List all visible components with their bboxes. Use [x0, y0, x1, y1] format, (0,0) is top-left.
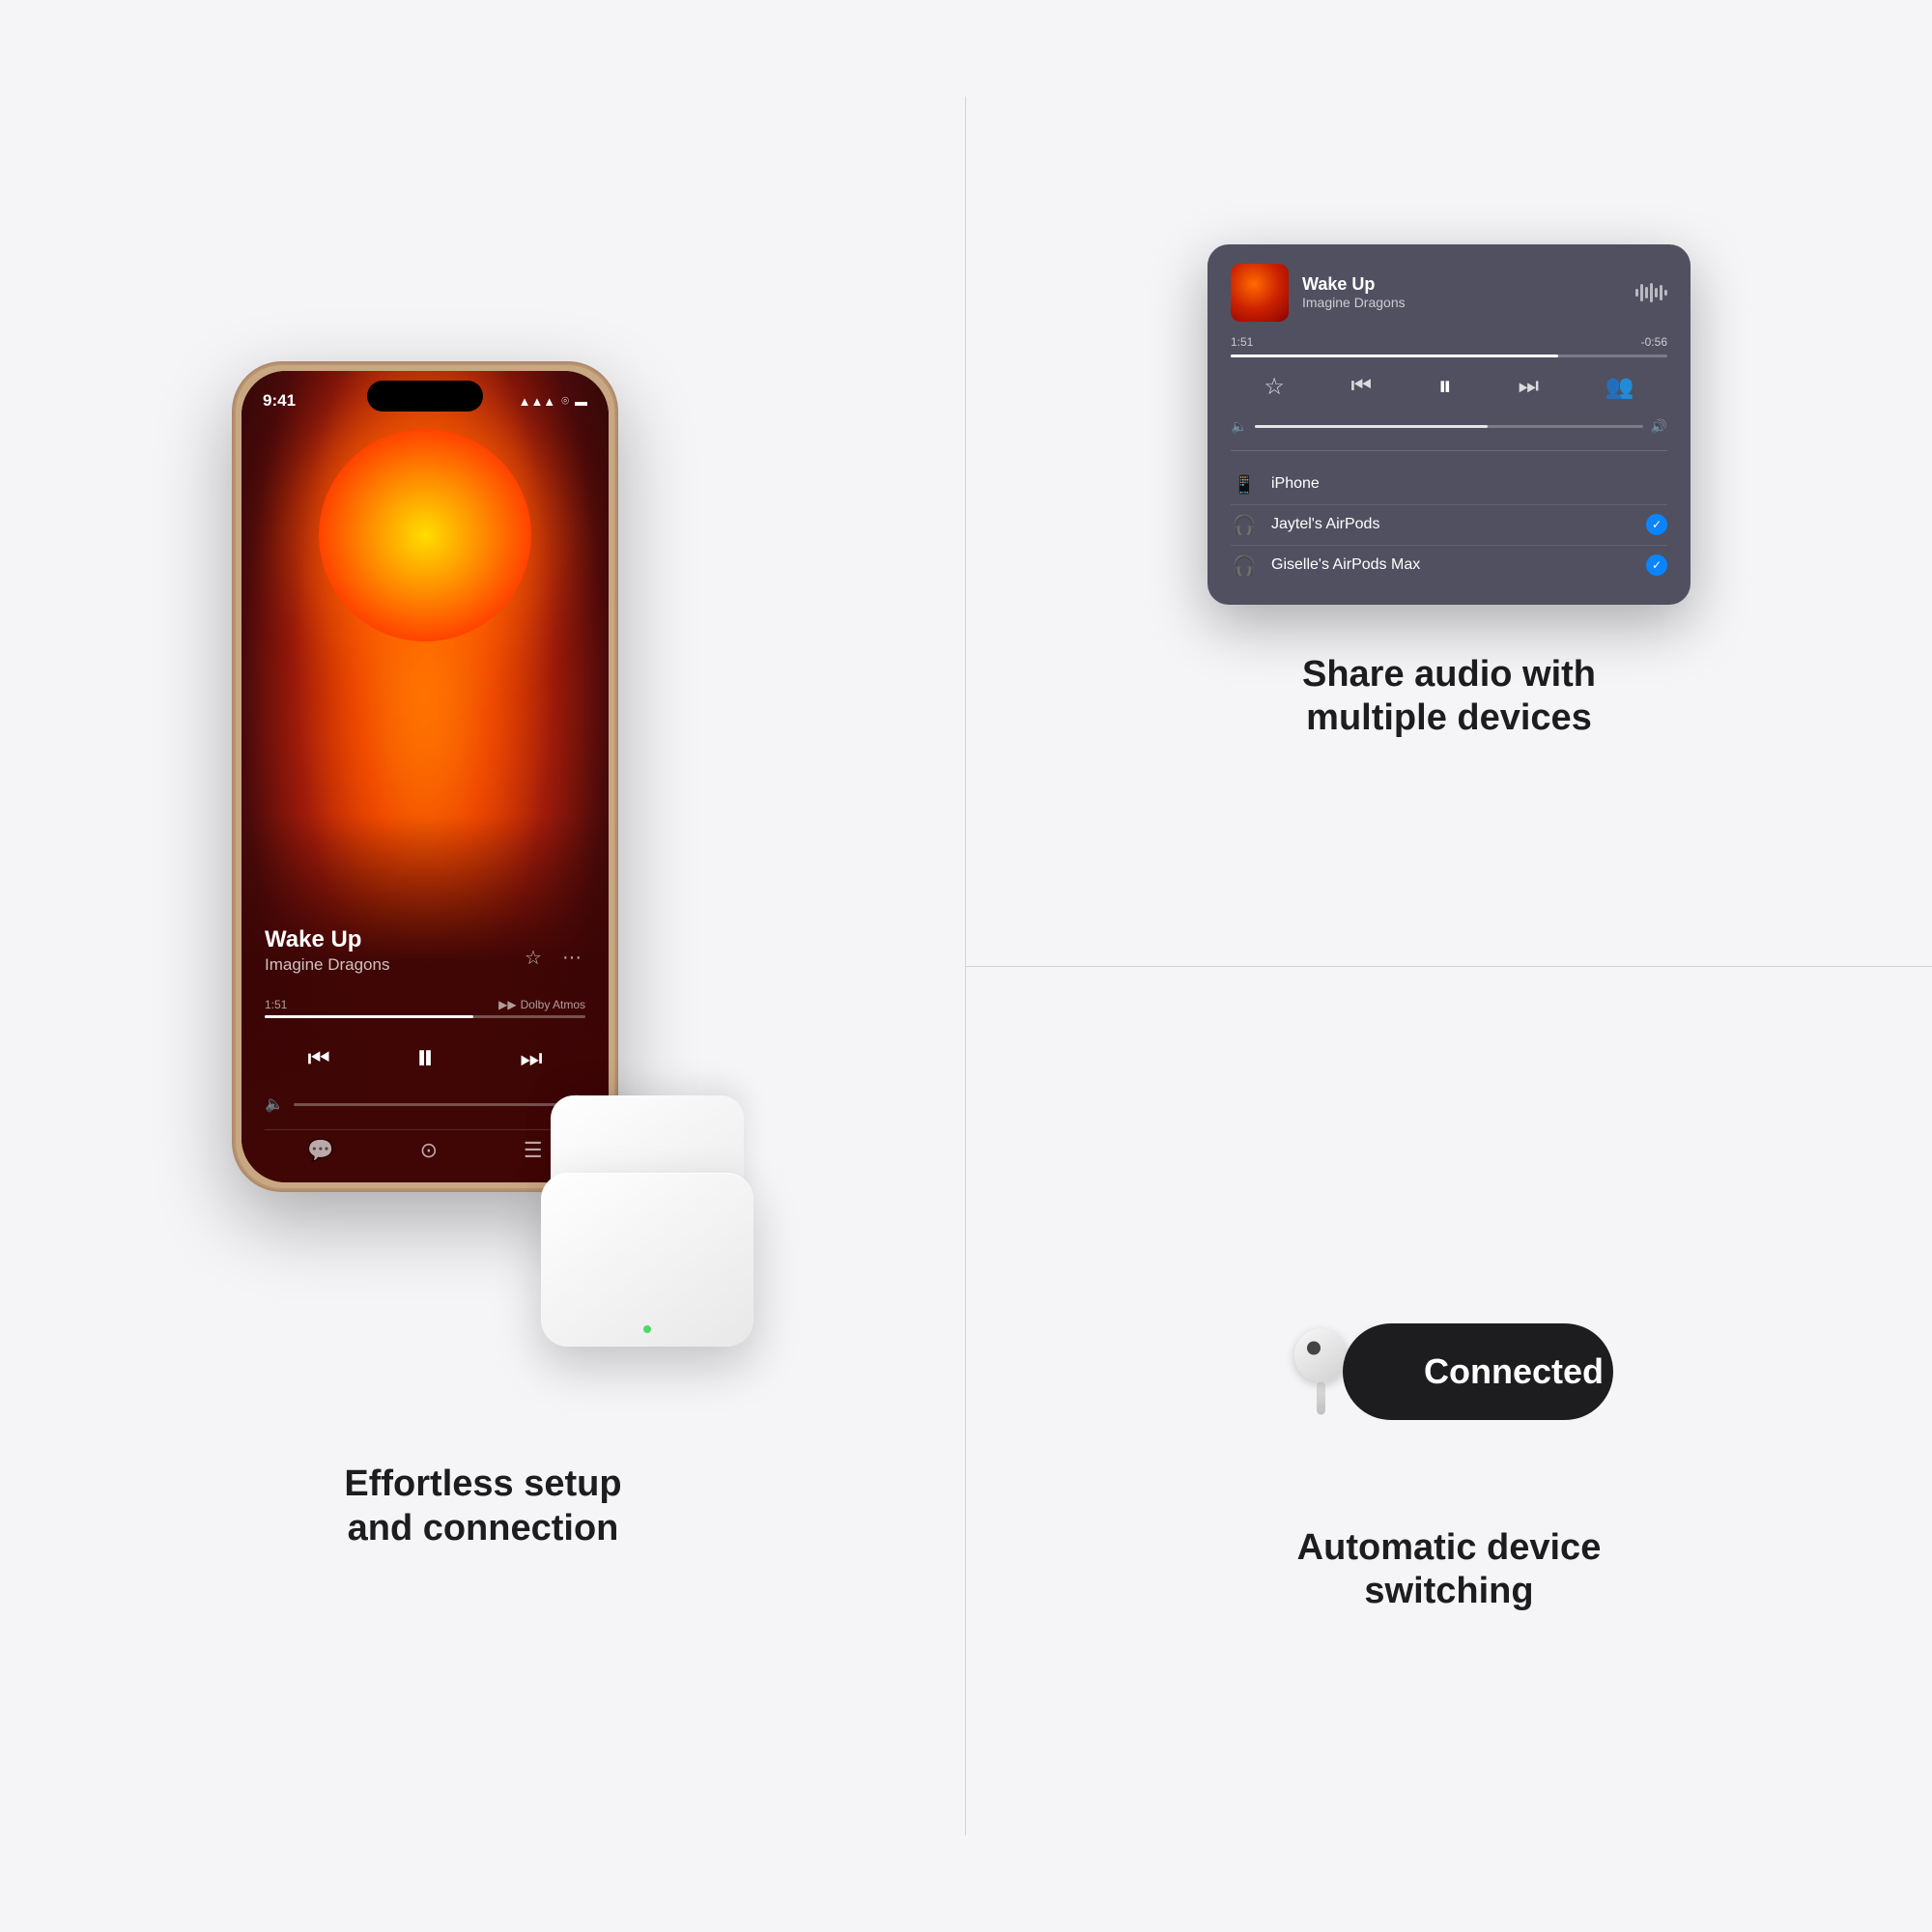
right-top-section: Wake Up Imagine Dragons 1:51: [966, 0, 1932, 967]
device-row-jaytels-airpods[interactable]: 🎧 Jaytel's AirPods ✓: [1231, 505, 1667, 546]
widget-waveform: [1635, 281, 1667, 304]
mini-stem-left: [1317, 1381, 1325, 1414]
jaytel-airpods-name: Jaytel's AirPods: [1271, 516, 1633, 533]
fast-forward-button[interactable]: ⏭: [520, 1043, 542, 1074]
widget-time-row: 1:51 -0:56: [1231, 335, 1667, 349]
wave-bar-7: [1664, 290, 1667, 296]
song-actions: Wake Up Imagine Dragons ☆ ···: [265, 926, 585, 988]
widget-vol-high-icon: 🔊: [1651, 418, 1667, 435]
left-caption: Effortless setupand connection: [344, 1463, 621, 1550]
giselle-airpods-name: Giselle's AirPods Max: [1271, 556, 1633, 574]
switching-text: Automatic deviceswitching: [1297, 1526, 1602, 1614]
giselle-airpods-icon: 🎧: [1231, 554, 1258, 578]
switching-caption: Automatic deviceswitching: [1297, 1526, 1602, 1614]
time-current: 1:51: [265, 998, 287, 1011]
airpods-case: [512, 1095, 782, 1347]
mini-head-left: [1294, 1328, 1348, 1381]
time-row: 1:51 ▶▶ Dolby Atmos: [265, 998, 585, 1011]
case-indicator: [643, 1325, 651, 1333]
sun-visual: [319, 429, 531, 641]
dolby-label: ▶▶ Dolby Atmos: [498, 998, 585, 1011]
left-caption-text: Effortless setupand connection: [344, 1463, 621, 1550]
progress-fill: [265, 1015, 473, 1018]
progress-bar[interactable]: [265, 1015, 585, 1018]
widget-volume-row: 🔈 🔊: [1231, 418, 1667, 435]
connected-container: Connected: [1265, 1265, 1633, 1478]
pause-button[interactable]: ⏸: [415, 1037, 434, 1079]
song-artist: Imagine Dragons: [265, 955, 389, 975]
widget-top-row: Wake Up Imagine Dragons: [1231, 264, 1667, 322]
widget-rewind-button[interactable]: ⏮: [1351, 373, 1373, 400]
volume-low-icon: 🔈: [265, 1094, 284, 1114]
phone-airpods-container: 9:41 ▲▲▲ ⌾ ▬ Wake Up: [203, 361, 763, 1424]
progress-section: 1:51 ▶▶ Dolby Atmos: [265, 998, 585, 1026]
widget-vol-low-icon: 🔈: [1231, 418, 1247, 435]
device-row-iphone[interactable]: 📱 iPhone: [1231, 465, 1667, 505]
airplay-icon[interactable]: ⊙: [420, 1138, 438, 1163]
widget-divider: [1231, 450, 1667, 451]
wifi-icon: ⌾: [561, 393, 569, 409]
dynamic-island: [367, 381, 483, 412]
left-panel: 9:41 ▲▲▲ ⌾ ▬ Wake Up: [0, 0, 966, 1932]
widget-song-info: Wake Up Imagine Dragons: [1302, 274, 1622, 310]
star-icon[interactable]: ☆: [520, 944, 547, 971]
right-bottom-section: Connected Automatic deviceswitching: [966, 967, 1932, 1932]
widget-album-art: [1231, 264, 1289, 322]
chat-icon[interactable]: 💬: [307, 1138, 333, 1163]
widget-pause-button[interactable]: ⏸: [1438, 371, 1452, 403]
widget-song-artist: Imagine Dragons: [1302, 295, 1622, 310]
iphone-device-name: iPhone: [1271, 475, 1667, 493]
wave-bar-2: [1640, 284, 1643, 301]
widget-volume-bar[interactable]: [1255, 425, 1642, 428]
vertical-divider: [965, 97, 966, 1835]
jaytel-check-icon: ✓: [1646, 514, 1667, 535]
music-widget: Wake Up Imagine Dragons 1:51: [1208, 244, 1690, 605]
share-audio-caption: Share audio withmultiple devices: [1302, 653, 1596, 741]
wave-bar-5: [1655, 288, 1658, 298]
status-time: 9:41: [263, 391, 296, 411]
action-icons: ☆ ···: [520, 944, 585, 971]
status-icons: ▲▲▲ ⌾ ▬: [519, 393, 587, 409]
dolby-icon: ▶▶: [498, 998, 516, 1011]
wave-bar-1: [1635, 289, 1638, 297]
widget-time-remaining: -0:56: [1641, 335, 1667, 349]
main-grid: 9:41 ▲▲▲ ⌾ ▬ Wake Up: [0, 0, 1932, 1932]
mini-airpod-left: [1294, 1328, 1348, 1414]
playback-controls: ⏮ ⏸ ⏭: [265, 1037, 585, 1079]
iphone-device: 9:41 ▲▲▲ ⌾ ▬ Wake Up: [232, 361, 618, 1192]
signal-icon: ▲▲▲: [519, 394, 556, 409]
rewind-button[interactable]: ⏮: [307, 1043, 329, 1074]
wave-bar-3: [1645, 287, 1648, 298]
song-text-block: Wake Up Imagine Dragons: [265, 926, 389, 988]
widget-controls: ☆ ⏮ ⏸ ⏭ 👥: [1231, 371, 1667, 403]
widget-share-button[interactable]: 👥: [1605, 373, 1634, 401]
widget-volume-fill: [1255, 425, 1488, 428]
right-panel: Wake Up Imagine Dragons 1:51: [966, 0, 1932, 1932]
more-icon[interactable]: ···: [558, 944, 585, 971]
giselle-check-icon: ✓: [1646, 554, 1667, 576]
song-title: Wake Up: [265, 926, 389, 953]
wave-bar-4: [1650, 283, 1653, 302]
iphone-screen: 9:41 ▲▲▲ ⌾ ▬ Wake Up: [242, 371, 609, 1182]
jaytel-airpods-icon: 🎧: [1231, 513, 1258, 537]
case-body: [541, 1173, 753, 1347]
widget-forward-button[interactable]: ⏭: [1518, 373, 1539, 400]
widget-progress-fill: [1231, 355, 1558, 357]
connected-label: Connected: [1424, 1351, 1604, 1392]
widget-star-button[interactable]: ☆: [1264, 373, 1285, 401]
device-row-giselles-airpods[interactable]: 🎧 Giselle's AirPods Max ✓: [1231, 546, 1667, 585]
widget-song-title: Wake Up: [1302, 274, 1622, 295]
share-audio-text: Share audio withmultiple devices: [1302, 653, 1596, 741]
iphone-device-icon: 📱: [1231, 472, 1258, 497]
widget-time-current: 1:51: [1231, 335, 1253, 349]
battery-icon: ▬: [575, 394, 587, 409]
wave-bar-6: [1660, 285, 1662, 300]
widget-progress-bar[interactable]: [1231, 355, 1667, 357]
